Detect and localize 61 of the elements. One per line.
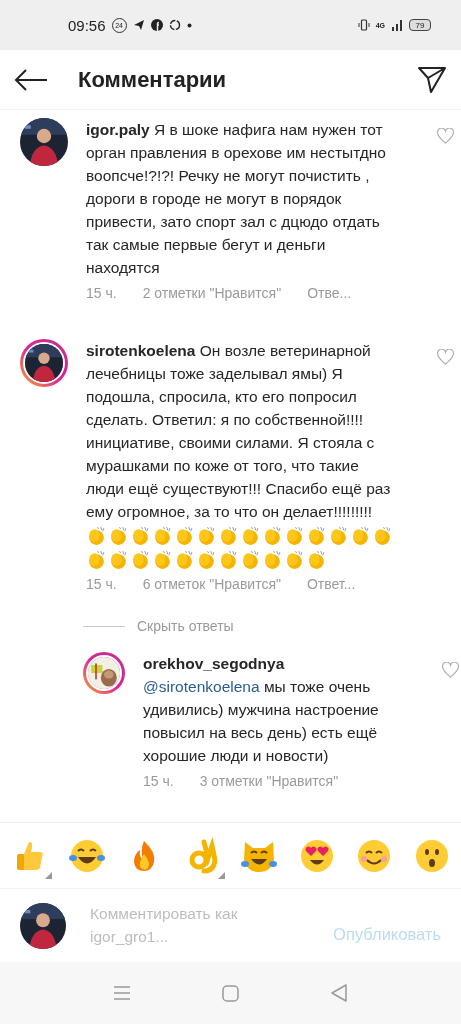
back-button[interactable] — [14, 67, 48, 92]
clapping-hands-icon — [174, 525, 195, 546]
clapping-hands-icon — [328, 525, 349, 546]
clapping-hands-icon — [284, 549, 305, 570]
clapping-hands-icon — [284, 525, 305, 546]
mention-link[interactable]: @sirotenkoelena — [143, 678, 260, 695]
clapping-hands-icon — [196, 525, 217, 546]
clapping-hands-icon — [86, 525, 107, 546]
likes-link[interactable]: 2 отметки "Нравится" — [142, 285, 282, 301]
clapping-hands-icon — [306, 525, 327, 546]
clapping-hands-icon — [86, 549, 107, 570]
comment-time: 15 ч. — [143, 773, 174, 789]
likes-link[interactable]: 3 отметки "Нравится" — [199, 773, 339, 789]
laughing-tears-icon — [68, 837, 105, 874]
smiling-face-icon — [356, 837, 393, 874]
likes-link[interactable]: 6 отметок "Нравится" — [142, 576, 281, 592]
clapping-hands-icon — [262, 549, 283, 570]
menu-icon[interactable] — [114, 986, 130, 1000]
clapping-hands-icon — [240, 549, 261, 570]
battery-level: 79 — [409, 19, 431, 31]
variants-indicator-icon — [217, 871, 225, 879]
clapping-hands-icon — [130, 549, 151, 570]
dot-icon — [186, 22, 192, 28]
paper-plane-icon — [132, 19, 145, 31]
like-button[interactable] — [436, 128, 454, 146]
clapping-hands-icon — [262, 525, 283, 546]
signal-icon — [391, 19, 403, 31]
comment-time: 15 ч. — [86, 576, 117, 592]
sync-icon — [168, 19, 181, 31]
surprised-face-icon — [413, 837, 450, 874]
like-button[interactable] — [436, 349, 454, 367]
comment-text: igor.paly Я в шоке нафига нам нужен тот орган правления в орехове им нестытдно воопсче!?!?! Речку не могут почистить , дороги в городе не могут в порядок привести, зато спорт зал с дцюдо отдать так самые первые бегут и деньги находятся — [86, 120, 387, 278]
clapping-hands-icon — [350, 525, 371, 546]
share-button[interactable] — [417, 65, 447, 94]
home-button[interactable] — [222, 984, 239, 1002]
reply-text: orekhov_segodnya @sirotenkoelena мы тоже очень удивились) мужчина настроение повысил на весь день) есть ещё хорошие люди и новости) — [143, 654, 380, 766]
clapping-hands-icon — [108, 549, 129, 570]
clapping-hands-icon — [372, 525, 393, 546]
facebook-icon — [150, 19, 163, 31]
variants-indicator-icon — [45, 871, 52, 879]
reply-link[interactable]: Ответ... — [306, 576, 356, 592]
clapping-hands-icon — [218, 549, 239, 570]
page-title: Комментарии — [78, 66, 228, 93]
vibrate-icon — [357, 19, 370, 31]
hide-replies-button[interactable]: Скрыть ответы — [137, 618, 234, 634]
heart-eyes-icon — [298, 837, 335, 874]
clapping-hands-icon — [174, 549, 195, 570]
back-nav-button[interactable] — [331, 984, 347, 1002]
like-button[interactable] — [441, 662, 459, 680]
clapping-hands-icon — [306, 549, 327, 570]
status-time: 09:56 — [68, 16, 106, 34]
comment-time: 15 ч. — [86, 285, 117, 301]
clapping-hands-icon — [218, 525, 239, 546]
clapping-hands-icon — [152, 549, 173, 570]
comment-text: sirotenkoelena Он возле ветеринарной лечебницы тоже заделывал ямы) Я подошла, спросила, кто его попросил сделать. Ответил: я по собственной!!!! инициативе, своими силами. Я стояла с мурашками по коже от того, что такие люди ещё существуют!!! Спасибо ещё раз ему огромное, за то что он делает!!!!!!!!! — [86, 341, 392, 522]
clapping-hands-icon — [196, 549, 217, 570]
clapping-hands-icon — [130, 525, 151, 546]
clapping-hands-icon — [108, 525, 129, 546]
clapping-hands-icon — [240, 525, 261, 546]
reply-link[interactable]: Отве... — [307, 285, 352, 301]
clapping-hands-icon — [152, 525, 173, 546]
